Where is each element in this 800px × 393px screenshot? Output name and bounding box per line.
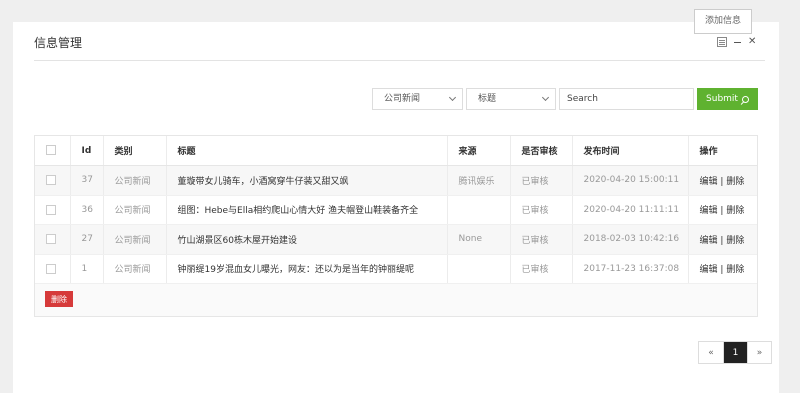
- info-management-panel: 信息管理 添加信息 ✕ 公司新闻 标题 Submit: [13, 9, 779, 393]
- table-row: 27 公司新闻 竹山湖景区60栋木屋开始建设 None 已审核 2018-02-…: [35, 224, 757, 255]
- cell-source: None: [447, 224, 511, 255]
- action-separator: |: [720, 235, 724, 246]
- row-checkbox[interactable]: [46, 263, 56, 274]
- table-row: 1 公司新闻 钟丽缇19岁混血女儿曝光，网友：还以为是当年的钟丽缇呢 已审核 2…: [35, 254, 757, 284]
- category-select[interactable]: 公司新闻: [372, 88, 463, 110]
- page-title: 信息管理: [34, 36, 83, 50]
- cell-title: 钟丽缇19岁混血女儿曝光，网友：还以为是当年的钟丽缇呢: [166, 254, 448, 284]
- table-footer: 删除: [35, 284, 757, 316]
- delete-link[interactable]: 删除: [726, 236, 744, 246]
- table-row: 36 公司新闻 组图：Hebe与Ella相约爬山心情大好 渔夫帽登山鞋装备齐全 …: [35, 195, 757, 225]
- cell-source: 腾讯娱乐: [447, 165, 511, 196]
- cell-id: 27: [70, 224, 104, 255]
- cell-title: 竹山湖景区60栋木屋开始建设: [166, 224, 448, 255]
- cell-actions: 编辑 | 删除: [688, 224, 757, 255]
- field-select[interactable]: 标题: [466, 88, 556, 110]
- cell-actions: 编辑 | 删除: [688, 254, 757, 284]
- cell-publish-time: 2020-04-20 15:00:11: [572, 165, 689, 196]
- cell-category: 公司新闻: [103, 195, 167, 225]
- col-source: 来源: [447, 136, 511, 166]
- cell-source: [447, 254, 511, 284]
- edit-link[interactable]: 编辑: [700, 177, 718, 187]
- submit-label: Submit: [706, 94, 738, 104]
- action-separator: |: [720, 206, 724, 217]
- col-id: Id: [70, 136, 104, 166]
- prev-page-button[interactable]: «: [699, 342, 723, 363]
- row-select-cell: [35, 254, 71, 284]
- delete-link[interactable]: 删除: [726, 206, 744, 216]
- chevron-down-icon: [448, 93, 457, 102]
- row-select-cell: [35, 165, 71, 196]
- edit-link[interactable]: 编辑: [700, 206, 718, 216]
- col-actions: 操作: [688, 136, 757, 166]
- add-info-tooltip: 添加信息: [694, 9, 752, 34]
- row-select-cell: [35, 195, 71, 225]
- action-separator: |: [720, 176, 724, 187]
- delete-link[interactable]: 删除: [726, 265, 744, 275]
- news-table-container: Id 类别 标题 来源 是否审核 发布时间 操作 37 公司新闻 董璇带女儿骑车…: [34, 135, 758, 317]
- news-table: Id 类别 标题 来源 是否审核 发布时间 操作 37 公司新闻 董璇带女儿骑车…: [35, 136, 757, 284]
- row-checkbox[interactable]: [46, 234, 56, 244]
- edit-link[interactable]: 编辑: [700, 236, 718, 246]
- close-icon[interactable]: ✕: [748, 37, 756, 47]
- cell-id: 1: [70, 254, 104, 284]
- cell-category: 公司新闻: [103, 224, 167, 255]
- cell-publish-time: 2017-11-23 16:37:08: [572, 254, 689, 284]
- row-select-cell: [35, 224, 71, 255]
- edit-link[interactable]: 编辑: [700, 265, 718, 275]
- chevron-down-icon: [541, 93, 550, 102]
- cell-audit: 已审核: [510, 165, 573, 196]
- page-1-button[interactable]: 1: [723, 342, 747, 363]
- next-page-button[interactable]: »: [747, 342, 771, 363]
- row-checkbox[interactable]: [46, 204, 56, 215]
- cell-title: 董璇带女儿骑车，小酒窝穿牛仔装又甜又飒: [166, 165, 448, 196]
- col-publish-time: 发布时间: [572, 136, 689, 166]
- col-audit: 是否审核: [510, 136, 573, 166]
- cell-audit: 已审核: [510, 254, 573, 284]
- cell-publish-time: 2020-04-20 11:11:11: [572, 195, 689, 225]
- cell-audit: 已审核: [510, 195, 573, 225]
- cell-source: [447, 195, 511, 225]
- pagination: « 1 »: [698, 341, 772, 364]
- cell-category: 公司新闻: [103, 254, 167, 284]
- cell-audit: 已审核: [510, 224, 573, 255]
- cell-publish-time: 2018-02-03 10:42:16: [572, 224, 689, 255]
- cell-category: 公司新闻: [103, 165, 167, 196]
- document-icon[interactable]: [717, 37, 727, 47]
- category-select-value: 公司新闻: [384, 94, 421, 104]
- cell-id: 36: [70, 195, 104, 225]
- submit-button[interactable]: Submit: [697, 88, 758, 110]
- col-title: 标题: [166, 136, 448, 166]
- select-all-checkbox[interactable]: [46, 145, 56, 156]
- select-all-header: [35, 136, 71, 166]
- col-category: 类别: [103, 136, 167, 166]
- cell-id: 37: [70, 165, 104, 196]
- title-divider: [34, 60, 765, 61]
- delete-link[interactable]: 删除: [726, 177, 744, 187]
- table-header-row: Id 类别 标题 来源 是否审核 发布时间 操作: [35, 136, 757, 166]
- search-input[interactable]: [559, 88, 694, 110]
- minimize-icon[interactable]: [734, 41, 741, 43]
- row-checkbox[interactable]: [46, 175, 56, 185]
- cell-title: 组图：Hebe与Ella相约爬山心情大好 渔夫帽登山鞋装备齐全: [166, 195, 448, 225]
- table-row: 37 公司新闻 董璇带女儿骑车，小酒窝穿牛仔装又甜又飒 腾讯娱乐 已审核 202…: [35, 165, 757, 196]
- search-icon: [741, 95, 749, 103]
- action-separator: |: [720, 265, 724, 276]
- cell-actions: 编辑 | 删除: [688, 165, 757, 196]
- bulk-delete-button[interactable]: 删除: [45, 291, 73, 307]
- window-controls: ✕: [717, 36, 756, 48]
- field-select-value: 标题: [478, 94, 497, 104]
- cell-actions: 编辑 | 删除: [688, 195, 757, 225]
